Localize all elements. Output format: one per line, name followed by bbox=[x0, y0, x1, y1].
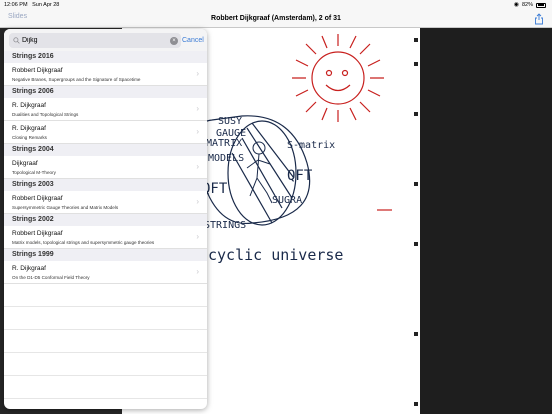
chevron-right-icon: › bbox=[196, 162, 199, 171]
list-item[interactable]: R. Dijkgraaf Dualities and Topological S… bbox=[4, 98, 207, 121]
slide-caption: cyclic universe bbox=[208, 246, 343, 264]
status-right: ◉ 82% bbox=[514, 0, 546, 10]
list-item[interactable]: Robbert Dijkgraaf Supersymmetric Gauge T… bbox=[4, 191, 207, 214]
chevron-right-icon: › bbox=[196, 267, 199, 276]
chevron-right-icon: › bbox=[196, 127, 199, 136]
result-talk-title: Negative Branes, Supergroups and the Sig… bbox=[12, 77, 141, 82]
list-item[interactable]: R. Dijkgraaf Closing Remarks › bbox=[4, 121, 207, 144]
status-time: 12:06 PM bbox=[4, 2, 28, 8]
section-header: Strings 2006 bbox=[4, 86, 207, 98]
result-author: Robbert Dijkgraaf bbox=[12, 230, 63, 237]
label-models: MODELS bbox=[208, 153, 244, 164]
status-bar: 12:06 PM Sun Apr 28 ◉ 82% bbox=[0, 0, 552, 10]
label-susy-gauge: SUSY bbox=[218, 116, 242, 127]
result-author: Robbert Dijkgraaf bbox=[12, 195, 63, 202]
sun-drawing bbox=[292, 34, 384, 122]
result-talk-title: Topological M-Theory bbox=[12, 170, 56, 175]
page-title: Robbert Dijkgraaf (Amsterdam), 2 of 31 bbox=[211, 15, 341, 22]
search-field[interactable]: × bbox=[9, 33, 181, 48]
search-results-list: Strings 2016 Robbert Dijkgraaf Negative … bbox=[4, 51, 207, 399]
search-input[interactable] bbox=[22, 33, 172, 48]
search-bar: × Cancel bbox=[4, 29, 207, 51]
result-author: R. Dijkgraaf bbox=[12, 125, 46, 132]
chevron-right-icon: › bbox=[196, 232, 199, 241]
battery-icon bbox=[536, 2, 546, 8]
result-author: Robbert Dijkgraaf bbox=[12, 67, 63, 74]
result-author: R. Dijkgraaf bbox=[12, 102, 46, 109]
section-header: Strings 1999 bbox=[4, 249, 207, 261]
viewer-background bbox=[420, 28, 552, 414]
result-talk-title: Dualities and Topological Strings bbox=[12, 112, 79, 117]
result-talk-title: On the D1-D5 Conformal Field Theory bbox=[12, 275, 90, 280]
section-header: Strings 2016 bbox=[4, 51, 207, 63]
list-item[interactable]: R. Dijkgraaf On the D1-D5 Conformal Fiel… bbox=[4, 261, 207, 284]
result-author: R. Dijkgraaf bbox=[12, 265, 46, 272]
label-matrix: MATRIX bbox=[206, 138, 242, 149]
result-talk-title: Matrix models, topological strings and s… bbox=[12, 240, 155, 245]
share-icon[interactable] bbox=[534, 13, 544, 25]
section-header: Strings 2003 bbox=[4, 179, 207, 191]
chevron-right-icon: › bbox=[196, 104, 199, 113]
slide-next-edge bbox=[412, 32, 420, 412]
search-icon bbox=[13, 36, 20, 44]
list-item[interactable]: Dijkgraaf Topological M-Theory › bbox=[4, 156, 207, 179]
label-qft-right: QFT bbox=[287, 168, 313, 184]
section-header: Strings 2004 bbox=[4, 144, 207, 156]
label-s-matrix: S-matrix bbox=[287, 140, 335, 151]
empty-list-rows bbox=[4, 284, 207, 409]
result-talk-title: Closing Remarks bbox=[12, 135, 47, 140]
result-author: Dijkgraaf bbox=[12, 160, 38, 167]
section-header: Strings 2002 bbox=[4, 214, 207, 226]
label-sugra: SUGRA bbox=[272, 195, 302, 206]
status-date: Sun Apr 28 bbox=[32, 2, 60, 8]
label-strings: STRINGS bbox=[204, 220, 246, 231]
chevron-right-icon: › bbox=[196, 197, 199, 206]
clear-icon[interactable]: × bbox=[170, 36, 178, 45]
list-item[interactable]: Robbert Dijkgraaf Matrix models, topolog… bbox=[4, 226, 207, 249]
chevron-right-icon: › bbox=[196, 69, 199, 78]
runner-figure bbox=[246, 141, 273, 204]
list-item[interactable]: Robbert Dijkgraaf Negative Branes, Super… bbox=[4, 63, 207, 86]
cancel-button[interactable]: Cancel bbox=[182, 33, 204, 48]
search-popover: × Cancel Strings 2016 Robbert Dijkgraaf … bbox=[4, 29, 207, 409]
result-talk-title: Supersymmetric Gauge Theories and Matrix… bbox=[12, 205, 119, 210]
status-left: 12:06 PM Sun Apr 28 bbox=[4, 0, 59, 10]
wifi-icon: ◉ bbox=[513, 2, 519, 8]
navigation-bar: Slides Robbert Dijkgraaf (Amsterdam), 2 … bbox=[0, 10, 552, 28]
battery-percent: 82% bbox=[521, 2, 533, 8]
